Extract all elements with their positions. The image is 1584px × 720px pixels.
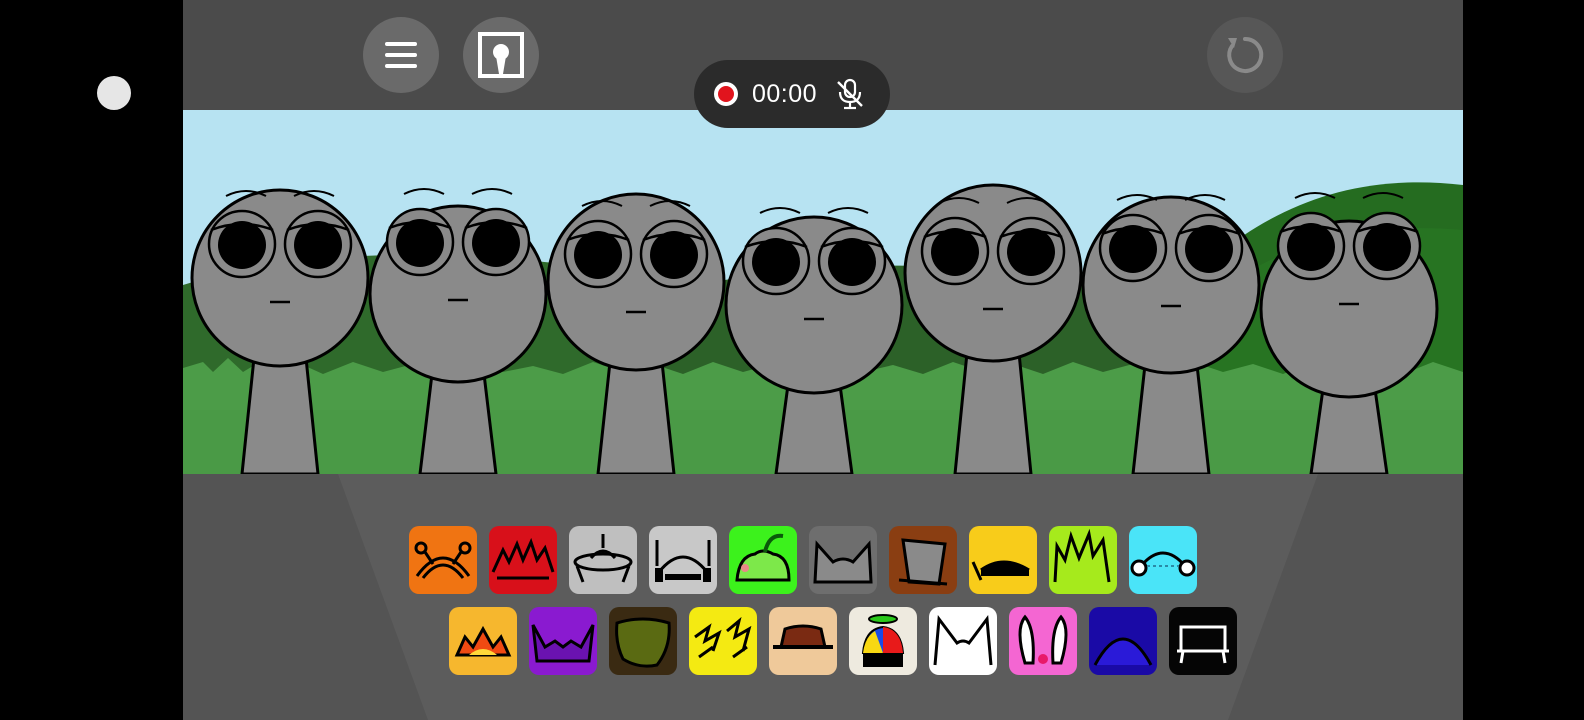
reset-button[interactable] [1207, 17, 1283, 93]
recording-timer: 00:00 [752, 79, 818, 108]
propeller-cap-sound-icon[interactable] [849, 607, 917, 675]
navy-dome-sound-icon[interactable] [1089, 607, 1157, 675]
reset-arrow-icon [1227, 36, 1264, 73]
portrait-mode-icon [478, 32, 524, 78]
yellow-crown-sound-icon[interactable] [449, 607, 517, 675]
pink-bunny-ears-sound-icon[interactable] [1009, 607, 1077, 675]
screen-recorder-pill[interactable]: 00:00 [694, 60, 890, 128]
olive-bush-sound-icon[interactable] [609, 607, 677, 675]
floating-assist-dot[interactable] [97, 76, 131, 110]
gray-cat-ears-sound-icon[interactable] [809, 526, 877, 594]
lime-spiky-hair-sound-icon[interactable] [1049, 526, 1117, 594]
sound-icon-tray [183, 474, 1463, 720]
gray-headphones-sound-icon[interactable] [649, 526, 717, 594]
white-cat-ears-sound-icon[interactable] [929, 607, 997, 675]
portrait-mode-button[interactable] [463, 17, 539, 93]
brown-bucket-sound-icon[interactable] [889, 526, 957, 594]
black-bench-sound-icon[interactable] [1169, 607, 1237, 675]
purple-horns-sound-icon[interactable] [529, 607, 597, 675]
hamburger-menu-icon [385, 42, 417, 68]
record-dot-icon[interactable] [712, 80, 740, 108]
red-spiky-sound-icon[interactable] [489, 526, 557, 594]
menu-button[interactable] [363, 17, 439, 93]
stage-scene [183, 110, 1463, 474]
orange-antenna-sound-icon[interactable] [409, 526, 477, 594]
brown-fedora-sound-icon[interactable] [769, 607, 837, 675]
yellow-visor-sound-icon[interactable] [969, 526, 1037, 594]
yellow-lightning-sound-icon[interactable] [689, 607, 757, 675]
game-stage: 00:00 [183, 0, 1463, 720]
cyan-earmuffs-sound-icon[interactable] [1129, 526, 1197, 594]
gray-ufo-sound-icon[interactable] [569, 526, 637, 594]
mic-muted-icon[interactable] [835, 78, 865, 110]
green-pepper-sound-icon[interactable] [729, 526, 797, 594]
